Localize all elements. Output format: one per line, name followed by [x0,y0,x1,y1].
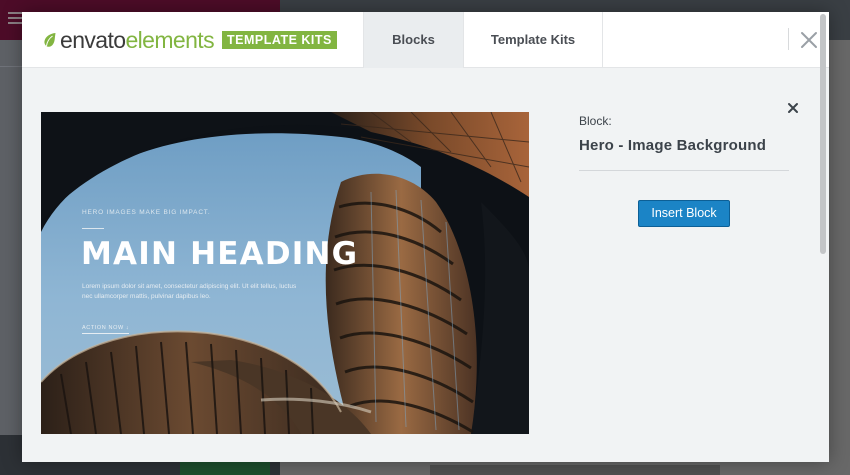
header-divider [788,28,789,50]
tab-blocks[interactable]: Blocks [363,12,464,68]
logo-wordmark: envatoelements [60,26,215,54]
logo-word-elements: elements [125,27,214,53]
envato-elements-logo: envatoelements TEMPLATE KITS [42,26,337,54]
editor-canvas-bar [430,465,720,475]
block-label: Block: [579,114,612,128]
logo-word-envato: envato [60,27,126,53]
block-preview-image: HERO IMAGES MAKE BIG IMPACT. MAIN HEADIN… [41,112,529,434]
panel-divider [579,170,789,171]
menu-icon[interactable] [8,12,22,24]
close-preview-icon[interactable] [787,102,799,114]
modal-scrollbar[interactable] [819,12,827,462]
close-icon[interactable] [800,31,818,49]
hero-heading: MAIN HEADING [81,236,359,272]
tab-template-kits[interactable]: Template Kits [464,12,603,68]
template-kits-badge: TEMPLATE KITS [222,31,337,49]
scrollbar-thumb[interactable] [820,14,826,254]
hero-kicker: HERO IMAGES MAKE BIG IMPACT. [82,209,211,216]
arrow-down-icon: ↓ [125,325,130,331]
template-kits-modal: envatoelements TEMPLATE KITS Blocks Temp… [22,12,829,462]
hero-action-link: ACTION NOW ↓ [82,325,130,334]
hero-action-label: ACTION NOW [82,325,124,331]
block-name: Hero - Image Background [579,137,767,154]
modal-header: envatoelements TEMPLATE KITS Blocks Temp… [22,12,829,68]
leaf-icon [44,33,56,47]
insert-block-button[interactable]: Insert Block [638,200,730,227]
hero-building-illustration [41,112,529,434]
hero-text: Lorem ipsum dolor sit amet, consectetur … [82,283,297,300]
hero-kicker-rule [82,228,104,229]
